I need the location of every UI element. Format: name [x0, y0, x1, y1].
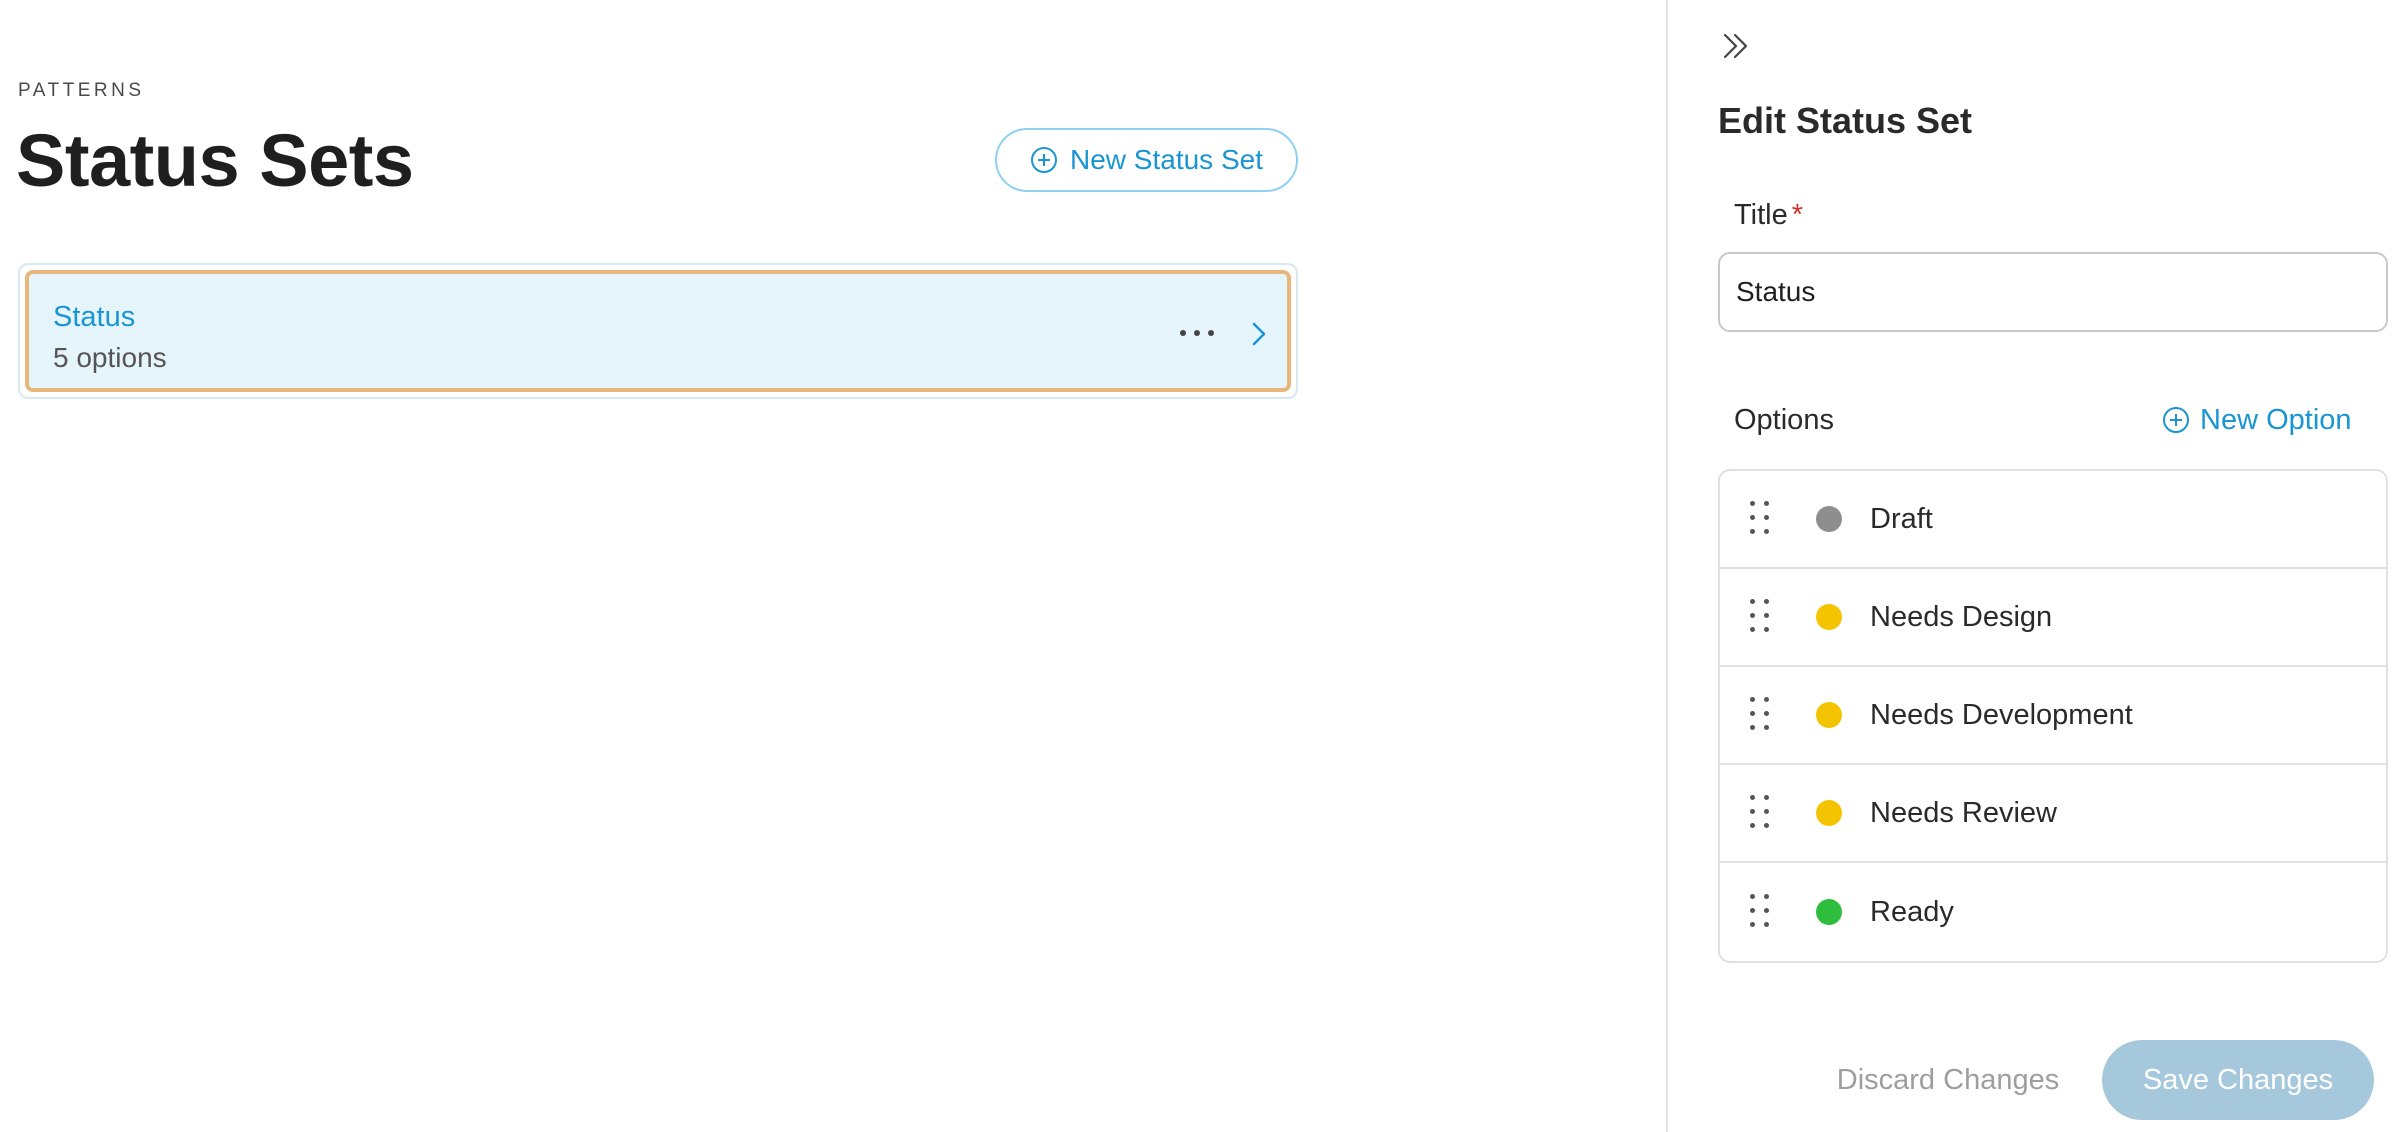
new-status-set-button[interactable]: New Status Set — [995, 128, 1298, 192]
option-label[interactable]: Draft — [1870, 502, 1933, 536]
drag-handle-icon[interactable] — [1750, 697, 1774, 733]
options-label: Options — [1734, 404, 1834, 436]
required-mark: * — [1791, 199, 1804, 231]
discard-changes-button[interactable]: Discard Changes — [1818, 1058, 2078, 1102]
title-field-label: Title * — [1734, 198, 1803, 232]
status-color-dot — [1816, 899, 1842, 925]
new-status-set-label: New Status Set — [1070, 144, 1263, 175]
status-set-option-count: 5 options — [53, 342, 167, 373]
edit-status-set-panel: Edit Status Set Title* Options New Optio… — [1666, 0, 2404, 1132]
option-label[interactable]: Needs Development — [1870, 698, 2133, 732]
option-row: Needs Design — [1720, 569, 2386, 667]
options-list: Draft Needs Design Needs Development Nee… — [1718, 469, 2388, 963]
option-row: Ready — [1720, 863, 2386, 961]
status-sets-page: PATTERNS Status Sets New Status Set Stat… — [0, 0, 1666, 1132]
panel-title: Edit Status Set — [1718, 100, 1973, 141]
status-color-dot — [1816, 604, 1842, 630]
option-label[interactable]: Ready — [1870, 895, 1954, 929]
drag-handle-icon[interactable] — [1750, 501, 1774, 537]
drag-handle-icon[interactable] — [1750, 894, 1774, 930]
plus-circle-icon — [1031, 147, 1057, 173]
plus-circle-icon — [2163, 407, 2189, 433]
option-label[interactable]: Needs Review — [1870, 796, 2057, 830]
status-set-list: Status 5 options — [18, 263, 1298, 399]
title-input[interactable] — [1718, 252, 2388, 332]
option-row: Needs Review — [1720, 765, 2386, 863]
option-label[interactable]: Needs Design — [1870, 600, 2052, 634]
collapse-panel-button[interactable] — [1716, 26, 1756, 66]
status-color-dot — [1816, 506, 1842, 532]
chevron-right-icon — [1252, 322, 1266, 346]
status-set-card[interactable]: Status 5 options — [25, 270, 1291, 392]
status-color-dot — [1816, 800, 1842, 826]
new-option-button[interactable]: New Option — [2162, 398, 2352, 442]
page-title: Status Sets — [16, 119, 414, 202]
option-row: Needs Development — [1720, 667, 2386, 765]
save-changes-button[interactable]: Save Changes — [2102, 1040, 2374, 1120]
section-eyebrow: PATTERNS — [18, 80, 145, 101]
double-chevron-right-icon — [1723, 33, 1748, 59]
new-option-label: New Option — [2200, 403, 2352, 436]
title-label-text: Title — [1734, 199, 1788, 231]
drag-handle-icon[interactable] — [1750, 599, 1774, 635]
more-options-button[interactable] — [1172, 318, 1222, 348]
more-horizontal-icon — [1180, 330, 1214, 336]
open-status-set-button[interactable] — [1244, 314, 1274, 354]
option-row: Draft — [1720, 471, 2386, 569]
status-set-title: Status — [53, 301, 136, 333]
drag-handle-icon[interactable] — [1750, 795, 1774, 831]
status-color-dot — [1816, 702, 1842, 728]
